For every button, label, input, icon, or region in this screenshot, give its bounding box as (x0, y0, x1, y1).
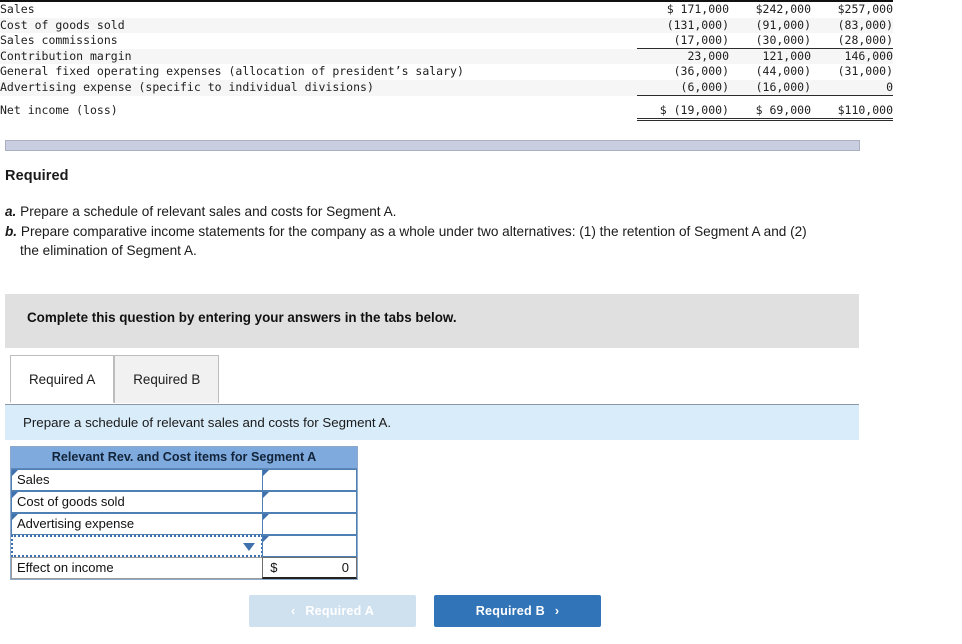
cell-marker-triangle-icon (263, 492, 270, 498)
row-value-segment-b: $ 69,000 (729, 102, 811, 122)
row-value-segment-c: $110,000 (811, 102, 893, 122)
row-value-segment-c: 146,000 (811, 48, 893, 65)
answer-label-sales[interactable]: Sales (11, 469, 264, 491)
row-value-segment-b: 121,000 (729, 48, 811, 65)
financial-statement-table: Sales $ 171,000 $242,000 $257,000 Cost o… (0, 0, 893, 122)
row-value-total: (6,000) (637, 79, 729, 96)
answer-value-advertising[interactable] (262, 513, 357, 535)
complete-question-banner: Complete this question by entering your … (5, 294, 859, 348)
answer-value-effect-on-income: $ 0 (262, 557, 357, 579)
answer-grid-header: Relevant Rev. and Cost items for Segment… (11, 447, 357, 469)
financial-statement-scroll-region[interactable]: Sales $ 171,000 $242,000 $257,000 Cost o… (0, 0, 900, 136)
cell-marker-triangle-icon (12, 514, 18, 520)
row-value-segment-b: (16,000) (729, 79, 811, 96)
cell-marker-triangle-icon (12, 492, 18, 498)
horizontal-scrollbar[interactable] (5, 140, 860, 151)
currency-symbol: $ (270, 560, 278, 575)
row-value-segment-c: (83,000) (811, 17, 893, 34)
required-item-a: a. Prepare a schedule of relevant sales … (5, 202, 935, 221)
table-row: Contribution margin 23,000 121,000 146,0… (0, 48, 893, 65)
next-button-label: Required B (475, 604, 545, 618)
tab-required-a-label: Required A (29, 372, 96, 387)
row-value-total: (131,000) (637, 17, 729, 34)
answer-value-cogs[interactable] (262, 491, 357, 513)
required-item-b-text: Prepare comparative income statements fo… (20, 224, 807, 239)
answer-label-advertising[interactable]: Advertising expense (11, 513, 264, 535)
answer-label-sales-text: Sales (17, 472, 50, 487)
row-value-segment-c: (31,000) (837, 64, 893, 79)
row-label: General fixed operating expenses (alloca… (0, 64, 464, 79)
row-value-total: 23,000 (637, 48, 729, 65)
answer-label-cogs-text: Cost of goods sold (17, 494, 125, 509)
required-item-b: b. Prepare comparative income statements… (5, 222, 935, 260)
answer-label-dropdown[interactable] (11, 535, 264, 557)
table-row: Sales commissions (17,000) (30,000) (28,… (0, 33, 893, 49)
tab-required-b-label: Required B (133, 372, 201, 387)
row-value-segment-b: (30,000) (729, 33, 811, 49)
next-required-b-button[interactable]: Required B › (434, 595, 601, 627)
row-value-segment-c: $257,000 (837, 2, 893, 16)
row-value-total: (17,000) (637, 33, 729, 49)
table-row: Cost of goods sold (131,000) (91,000) (8… (0, 17, 893, 34)
required-heading: Required (5, 168, 69, 184)
row-value-segment-c: (28,000) (811, 33, 893, 49)
row-label: Sales (0, 2, 35, 16)
required-items-list: a. Prepare a schedule of relevant sales … (5, 202, 935, 261)
tab-required-a[interactable]: Required A (10, 355, 115, 403)
cell-marker-triangle-icon (12, 470, 18, 476)
chevron-right-icon: › (554, 604, 560, 618)
answer-row-advertising: Advertising expense (11, 513, 357, 535)
answer-label-cogs[interactable]: Cost of goods sold (11, 491, 264, 513)
answer-tabs: Required A Required B (10, 355, 220, 404)
row-value-segment-b: (44,000) (755, 64, 811, 79)
row-value-segment-c: 0 (811, 79, 893, 96)
cell-marker-triangle-icon (263, 514, 270, 520)
table-row: General fixed operating expenses (alloca… (0, 64, 893, 80)
table-row-total: Net income (loss) $ (19,000) $ 69,000 $1… (0, 102, 893, 122)
row-value-total: (36,000) (673, 64, 729, 79)
answer-value-sales[interactable] (262, 469, 357, 491)
answer-label-effect-on-income: Effect on income (11, 557, 264, 579)
answer-row-dropdown (11, 535, 357, 557)
row-value-segment-b: $242,000 (755, 2, 811, 16)
financial-statement-clip: Sales $ 171,000 $242,000 $257,000 Cost o… (0, 0, 900, 122)
prev-required-a-button[interactable]: ‹ Required A (249, 595, 416, 627)
answer-row-cogs: Cost of goods sold (11, 491, 357, 513)
row-label: Net income (loss) (0, 103, 118, 118)
answer-total-value: 0 (341, 560, 349, 575)
tab-instruction-bar: Prepare a schedule of relevant sales and… (5, 404, 859, 440)
spacer-cell (0, 96, 893, 103)
answer-label-advertising-text: Advertising expense (17, 516, 135, 531)
answer-value-dropdown[interactable] (262, 535, 357, 557)
required-item-a-marker: a. (5, 204, 17, 219)
cell-marker-triangle-icon (263, 470, 270, 476)
answer-row-effect-on-income: Effect on income $ 0 (11, 557, 357, 579)
prev-button-label: Required A (305, 604, 375, 618)
table-spacer-row (0, 96, 893, 103)
row-label: Sales commissions (0, 33, 118, 48)
row-value-total: $ 171,000 (666, 2, 729, 16)
row-label: Cost of goods sold (0, 17, 637, 34)
answer-grid: Relevant Rev. and Cost items for Segment… (10, 446, 358, 580)
table-row: Sales $ 171,000 $242,000 $257,000 (0, 1, 893, 18)
complete-question-text: Complete this question by entering your … (27, 310, 457, 325)
tab-required-b[interactable]: Required B (114, 355, 220, 403)
answer-label-effect-on-income-text: Effect on income (17, 560, 114, 575)
row-label: Contribution margin (0, 48, 637, 65)
required-item-b-marker: b. (5, 224, 18, 239)
table-row: Advertising expense (specific to individ… (0, 79, 893, 96)
tab-instruction-text: Prepare a schedule of relevant sales and… (23, 415, 392, 430)
cell-marker-triangle-icon (263, 536, 270, 542)
required-item-a-text: Prepare a schedule of relevant sales and… (20, 204, 397, 219)
answer-row-sales: Sales (11, 469, 357, 491)
required-item-b-continuation: the elimination of Segment A. (20, 243, 197, 258)
row-value-total: $ (19,000) (637, 102, 729, 122)
chevron-left-icon: ‹ (290, 604, 296, 618)
row-label: Advertising expense (specific to individ… (0, 79, 637, 96)
row-value-segment-b: (91,000) (729, 17, 811, 34)
chevron-down-icon[interactable] (243, 543, 256, 551)
